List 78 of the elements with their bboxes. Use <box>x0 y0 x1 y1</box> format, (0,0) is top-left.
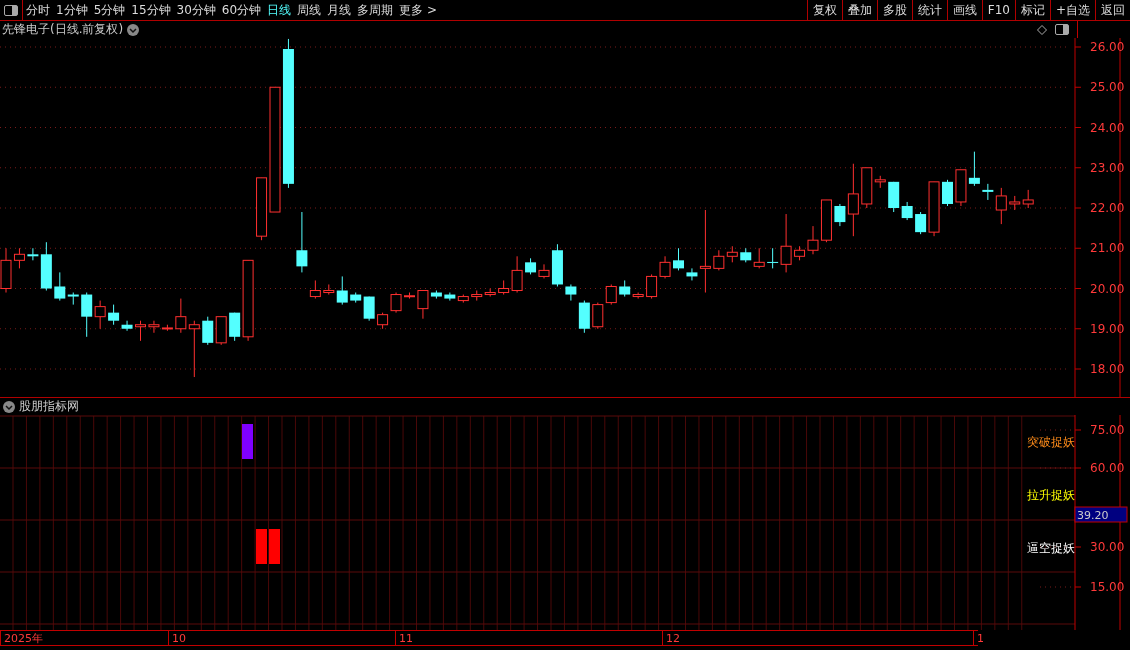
candlestick <box>1022 189 1034 209</box>
period-tab[interactable]: 周线 <box>294 0 325 20</box>
price-axis-label: 19.00 <box>1090 321 1125 336</box>
candlestick <box>215 316 227 346</box>
period-tab[interactable]: 5分钟 <box>90 0 129 20</box>
candlestick <box>955 169 967 207</box>
diamond-icon[interactable] <box>1037 24 1047 35</box>
signal-bar <box>269 529 280 564</box>
candlestick <box>740 247 752 263</box>
toolbar-button[interactable]: 多股 <box>876 0 912 20</box>
candlestick <box>457 294 469 304</box>
candlestick <box>404 292 415 300</box>
legend-label: 拉升捉妖 <box>1027 488 1075 502</box>
dropdown-icon[interactable] <box>127 23 140 36</box>
candlestick <box>484 288 496 298</box>
indicator-title: 股朋指标网 <box>19 398 79 415</box>
toolbar-button[interactable]: 画线 <box>946 0 982 20</box>
period-tab[interactable]: 更多 > <box>396 0 440 20</box>
price-axis-label: 24.00 <box>1090 120 1125 135</box>
period-tab[interactable]: 1分钟 <box>53 0 91 20</box>
price-axis-label: 21.00 <box>1090 241 1125 256</box>
indicator-axis-label: 60.00 <box>1090 461 1125 475</box>
time-axis-label: 10 <box>172 632 186 645</box>
price-axis-label: 25.00 <box>1090 80 1125 95</box>
indicator-axis-label: 15.00 <box>1090 580 1125 594</box>
candlestick <box>296 211 308 273</box>
indicator-axis-label: 30.00 <box>1090 540 1125 554</box>
period-tab[interactable]: 60分钟 <box>218 0 265 20</box>
candlestick <box>646 273 658 300</box>
toolbar-button[interactable]: F10 <box>981 0 1015 20</box>
period-tab[interactable]: 日线 <box>264 0 295 20</box>
period-tab[interactable]: 月线 <box>324 0 355 20</box>
signal-bar <box>256 529 267 564</box>
toolbar-button[interactable]: 统计 <box>911 0 947 20</box>
candlestick <box>726 245 738 263</box>
panel-toggle-icon[interactable] <box>1055 23 1069 36</box>
time-axis-label: 11 <box>399 632 413 645</box>
price-axis-label: 26.00 <box>1090 40 1125 54</box>
period-tab[interactable]: 多周期 <box>354 0 397 20</box>
candlestick <box>673 247 684 271</box>
time-axis-label: 2025年 <box>4 632 43 645</box>
candlestick <box>444 292 456 302</box>
time-axis-label: 1 <box>977 632 984 645</box>
toolbar-button[interactable]: 叠加 <box>841 0 877 20</box>
current-value-tag: 39.20 <box>1074 506 1128 523</box>
toolbar-button[interactable]: 标记 <box>1014 0 1050 20</box>
toolbar-button[interactable]: +自选 <box>1049 0 1095 20</box>
candlestick <box>1009 195 1021 211</box>
candlestick <box>605 284 617 306</box>
candlestick <box>471 290 483 302</box>
candlestick <box>377 312 389 330</box>
period-tab[interactable]: 分时 <box>23 0 53 20</box>
chart-title: 先锋电子(日线.前复权) <box>2 21 124 38</box>
candlestick <box>968 151 980 187</box>
dropdown-icon[interactable] <box>3 400 15 413</box>
price-axis-label: 22.00 <box>1090 201 1125 215</box>
candlestick <box>309 279 321 300</box>
legend-label: 突破捉妖 <box>1027 435 1075 449</box>
candlestick <box>659 255 671 279</box>
toolbar-button[interactable]: 返回 <box>1095 0 1130 20</box>
toolbar-button[interactable]: 复权 <box>806 0 842 20</box>
candlestick <box>753 247 765 269</box>
candlestick <box>135 320 146 342</box>
candlestick <box>942 179 953 207</box>
indicator-axis-label: 75.00 <box>1090 423 1125 437</box>
period-tab[interactable]: 30分钟 <box>173 0 219 20</box>
candlestick <box>390 292 402 314</box>
candlestick <box>525 257 537 275</box>
price-axis-label: 20.00 <box>1090 281 1125 296</box>
price-axis-label: 23.00 <box>1090 160 1125 175</box>
period-tab[interactable]: 15分钟 <box>128 0 174 20</box>
candlestick <box>713 249 725 271</box>
candlestick <box>202 316 214 346</box>
candlestick <box>592 302 604 330</box>
signal-bar <box>242 424 253 459</box>
legend-label: 逼空捉妖 <box>1027 541 1075 555</box>
time-axis-label: 12 <box>666 632 680 645</box>
price-axis-label: 18.00 <box>1090 362 1125 376</box>
